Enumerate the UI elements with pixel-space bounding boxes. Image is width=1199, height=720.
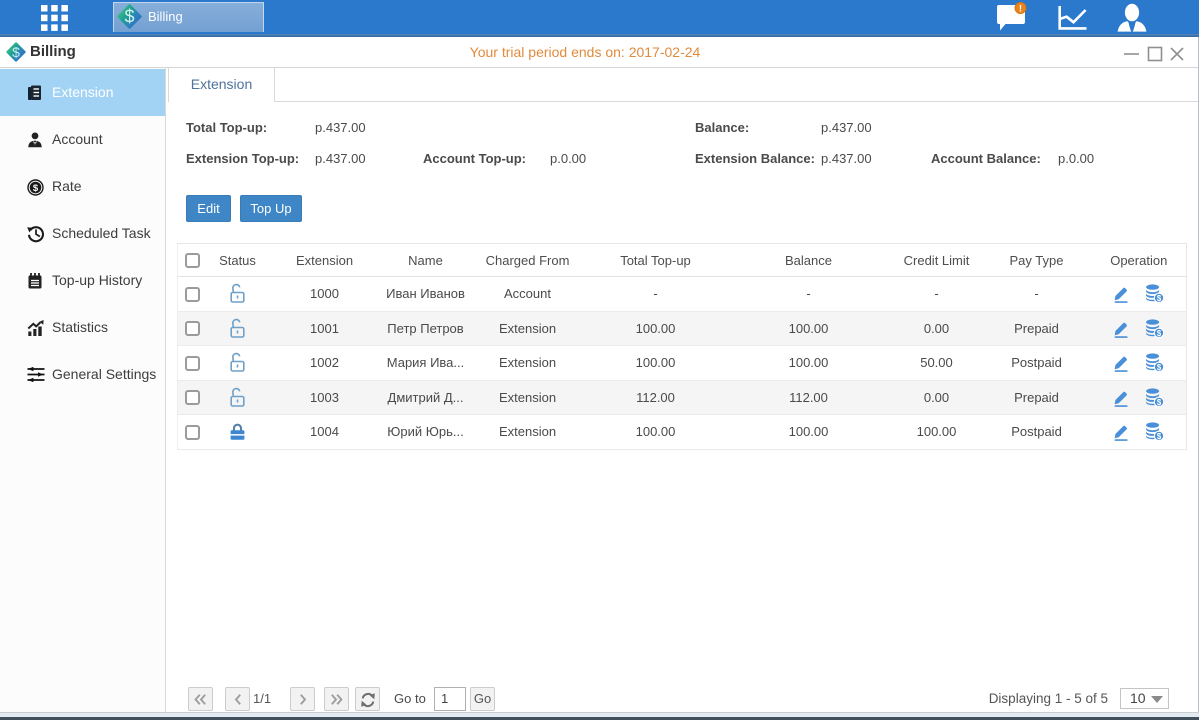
svg-text:$: $	[1156, 294, 1161, 303]
svg-text:!: !	[1019, 4, 1022, 15]
svg-text:$: $	[1156, 329, 1161, 338]
svg-text:$: $	[1156, 432, 1161, 441]
svg-text:$: $	[33, 182, 39, 193]
svg-text:$: $	[124, 7, 134, 27]
svg-text:$: $	[1156, 363, 1161, 372]
svg-text:$: $	[12, 44, 20, 60]
svg-text:$: $	[1156, 398, 1161, 407]
